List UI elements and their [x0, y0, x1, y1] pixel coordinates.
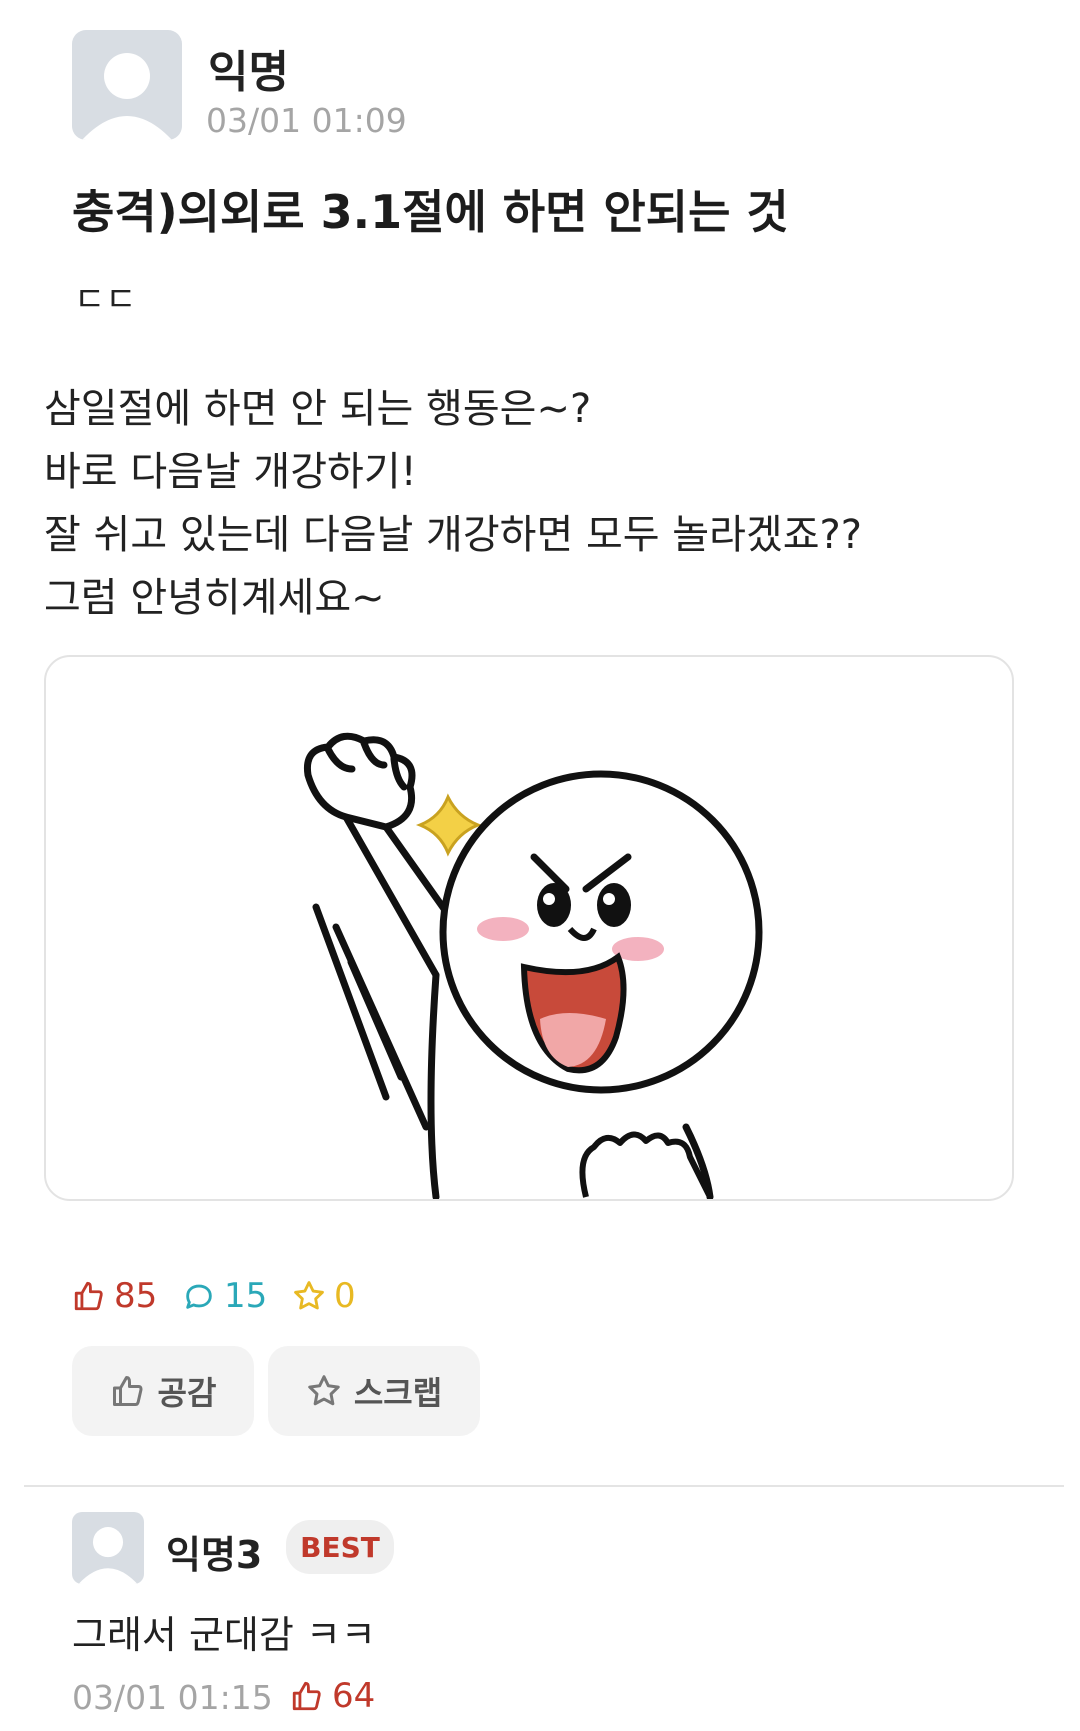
comment-count: 15 — [182, 1276, 267, 1316]
scrap-button[interactable]: 스크랩 — [268, 1346, 480, 1436]
comment-like-count-value: 64 — [332, 1676, 376, 1716]
thumbs-up-icon — [74, 1281, 103, 1311]
post-body-line: 삼일절에 하면 안 되는 행동은~? — [44, 386, 592, 432]
like-count: 85 — [72, 1276, 157, 1316]
like-count-value: 85 — [114, 1276, 158, 1316]
scrap-count: 0 — [292, 1276, 356, 1316]
post-body-line: 바로 다음날 개강하기! — [44, 449, 417, 495]
post-author: 익명 — [208, 47, 289, 98]
comment-text: 그래서 군대감 ㅋㅋ — [72, 1613, 376, 1657]
star-icon — [294, 1281, 324, 1310]
thumbs-up-icon — [292, 1681, 321, 1711]
post-body-line: 잘 쉬고 있는데 다음날 개강하면 모두 놀라겠죠?? — [44, 512, 862, 558]
post-title: 충격)의외로 3.1절에 하면 안되는 것 — [72, 185, 789, 239]
default-avatar-icon — [78, 1527, 138, 1584]
comment-like-count[interactable]: 64 — [290, 1676, 375, 1716]
section-divider — [24, 1485, 1064, 1487]
author-avatar[interactable] — [72, 30, 182, 140]
post-time: 03/01 01:09 — [206, 101, 407, 140]
comment-avatar[interactable] — [72, 1512, 144, 1584]
thumbs-up-icon — [112, 1376, 143, 1406]
speech-bubble-icon — [186, 1284, 212, 1309]
like-button-label: 공감 — [157, 1374, 217, 1412]
like-button[interactable]: 공감 — [72, 1346, 254, 1436]
post-subtitle: ㄷㄷ — [74, 280, 137, 320]
comment-count-value: 15 — [224, 1276, 268, 1316]
post-image-attachment[interactable] — [44, 655, 1014, 1201]
star-icon — [308, 1375, 340, 1406]
post-body: 삼일절에 하면 안 되는 행동은~? 바로 다음날 개강하기! 잘 쉬고 있는데… — [44, 378, 1044, 630]
scrap-count-value: 0 — [334, 1276, 356, 1316]
default-avatar-icon — [82, 53, 172, 140]
post-body-line: 그럼 안녕히계세요~ — [44, 575, 385, 621]
comment-author: 익명3 — [166, 1533, 263, 1577]
scrap-button-label: 스크랩 — [353, 1374, 443, 1412]
comment-time: 03/01 01:15 — [72, 1678, 273, 1717]
best-badge: BEST — [286, 1520, 394, 1574]
cheering-character-image — [303, 732, 763, 1199]
